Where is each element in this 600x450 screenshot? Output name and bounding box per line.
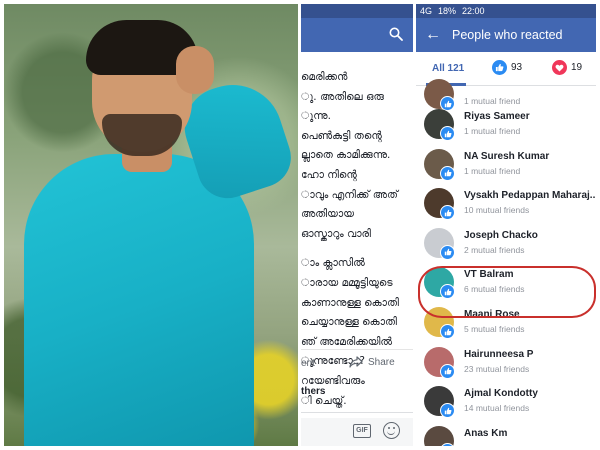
like-badge-icon (440, 205, 455, 221)
status-bar (301, 4, 413, 18)
list-item[interactable]: Riyas Sameer 1 mutual friend (416, 104, 596, 144)
like-badge-icon (440, 363, 455, 379)
share-button[interactable]: Share (349, 356, 395, 368)
like-badge-icon (440, 165, 455, 181)
post-text-line: ഓസ്കാറും വാരി (301, 227, 371, 240)
comment-button[interactable]: ent (301, 358, 315, 369)
post-text-line: ുന്നു. (301, 110, 331, 123)
like-badge-icon (440, 244, 455, 260)
highlight-circle-annotation (418, 266, 596, 318)
mutual-friends: 5 mutual friends (464, 324, 525, 334)
profile-photo (4, 4, 298, 446)
post-text-line: പെൺകുട്ടി തന്റെ (301, 129, 382, 142)
like-badge-icon (440, 403, 455, 419)
app-bar: ← People who reacted (416, 18, 596, 52)
mutual-friends: 2 mutual friends (464, 244, 525, 255)
screenshot-collage: മെരിക്കൻു. അതിലെ ഒരുുന്നു. പെൺകുട്ടി തന്റ… (0, 0, 600, 450)
list-item[interactable]: Joseph Chacko 2 mutual friends (416, 223, 596, 263)
share-icon (349, 356, 363, 368)
list-item[interactable]: Anas Km (416, 421, 596, 446)
list-item[interactable]: NA Suresh Kumar 1 mutual friend (416, 144, 596, 184)
post-header-bar (301, 18, 413, 52)
hand (176, 46, 214, 94)
tab-all[interactable]: All 121 (432, 63, 464, 74)
mutual-friends: 1 mutual friend (464, 126, 521, 136)
reactor-name[interactable]: Vysakh Pedappan Maharaj... (464, 190, 596, 201)
list-item[interactable]: Vysakh Pedappan Maharaj... 10 mutual frie… (416, 183, 596, 223)
reactor-name[interactable]: NA Suresh Kumar (464, 151, 549, 162)
share-label: Share (368, 356, 395, 368)
mutual-friends: 14 mutual friends (464, 403, 530, 414)
facebook-post-panel: മെരിക്കൻു. അതിലെ ഒരുുന്നു. പെൺകുട്ടി തന്റ… (301, 4, 413, 446)
gif-button[interactable]: GIF (353, 424, 371, 438)
post-text-line: ല്ലാതെ കാമിക്കുന്നു. (301, 149, 391, 162)
like-icon (492, 60, 507, 75)
mutual-friends: 10 mutual friends (464, 205, 530, 216)
clock: 22:00 (462, 6, 485, 16)
post-text-line: ാം ക്ലാസിൽ (301, 257, 365, 270)
search-icon[interactable] (389, 27, 403, 41)
reactor-name[interactable]: Ajmal Kondotty (464, 388, 538, 399)
comment-composer[interactable]: GIF (301, 418, 413, 446)
back-arrow-icon[interactable]: ← (422, 26, 444, 44)
list-item[interactable]: Hairunneesa P 23 mutual friends (416, 342, 596, 382)
reactor-name[interactable]: Anas Km (464, 428, 507, 439)
emoji-icon[interactable] (383, 422, 400, 439)
battery-level: 18% (438, 6, 457, 16)
love-count: 19 (571, 62, 583, 73)
mutual-friends: 23 mutual friends (464, 363, 530, 374)
post-text-line: ാരായ മമ്മൂട്ടിയുടെ (301, 276, 393, 289)
network-indicator: 4G (420, 6, 433, 16)
post-text-line: ു. അതിലെ ഒരു (301, 90, 384, 103)
mutual-friends: 1 mutual friend (464, 165, 521, 176)
post-text-line: മെരിക്കൻ (301, 71, 348, 83)
divider (301, 412, 413, 413)
reactions-panel: 4G 18% 22:00 ← People who reacted All 12… (416, 4, 596, 446)
reactions-others-text[interactable]: thers (301, 386, 325, 397)
like-badge-icon (440, 324, 455, 339)
tab-love[interactable]: 19 (552, 60, 582, 75)
list-item[interactable]: Ajmal Kondotty 14 mutual friends (416, 381, 596, 421)
reactor-name[interactable]: Hairunneesa P (464, 349, 533, 360)
tab-like[interactable]: 93 (492, 60, 522, 75)
phone-status-bar: 4G 18% 22:00 (416, 4, 596, 18)
like-badge-icon (440, 126, 455, 141)
post-text-line: കാണാനുള്ള കൊതി (301, 296, 399, 309)
page-title: People who reacted (452, 28, 563, 42)
love-icon (552, 60, 567, 75)
reactor-name[interactable]: Riyas Sameer (464, 111, 530, 122)
post-text-line: ാവും എനിക്ക് അത് (301, 188, 398, 201)
post-text-line: ഹോ നിന്റെ (301, 168, 357, 181)
reactor-name[interactable]: Joseph Chacko (464, 230, 538, 241)
post-text-line: ചെയ്യാനുള്ള കൊതി (301, 316, 397, 329)
post-actions: ent Share (301, 349, 413, 375)
post-text-line: അതിയായ (301, 208, 354, 221)
shirt (24, 154, 254, 446)
like-count: 93 (511, 62, 523, 73)
